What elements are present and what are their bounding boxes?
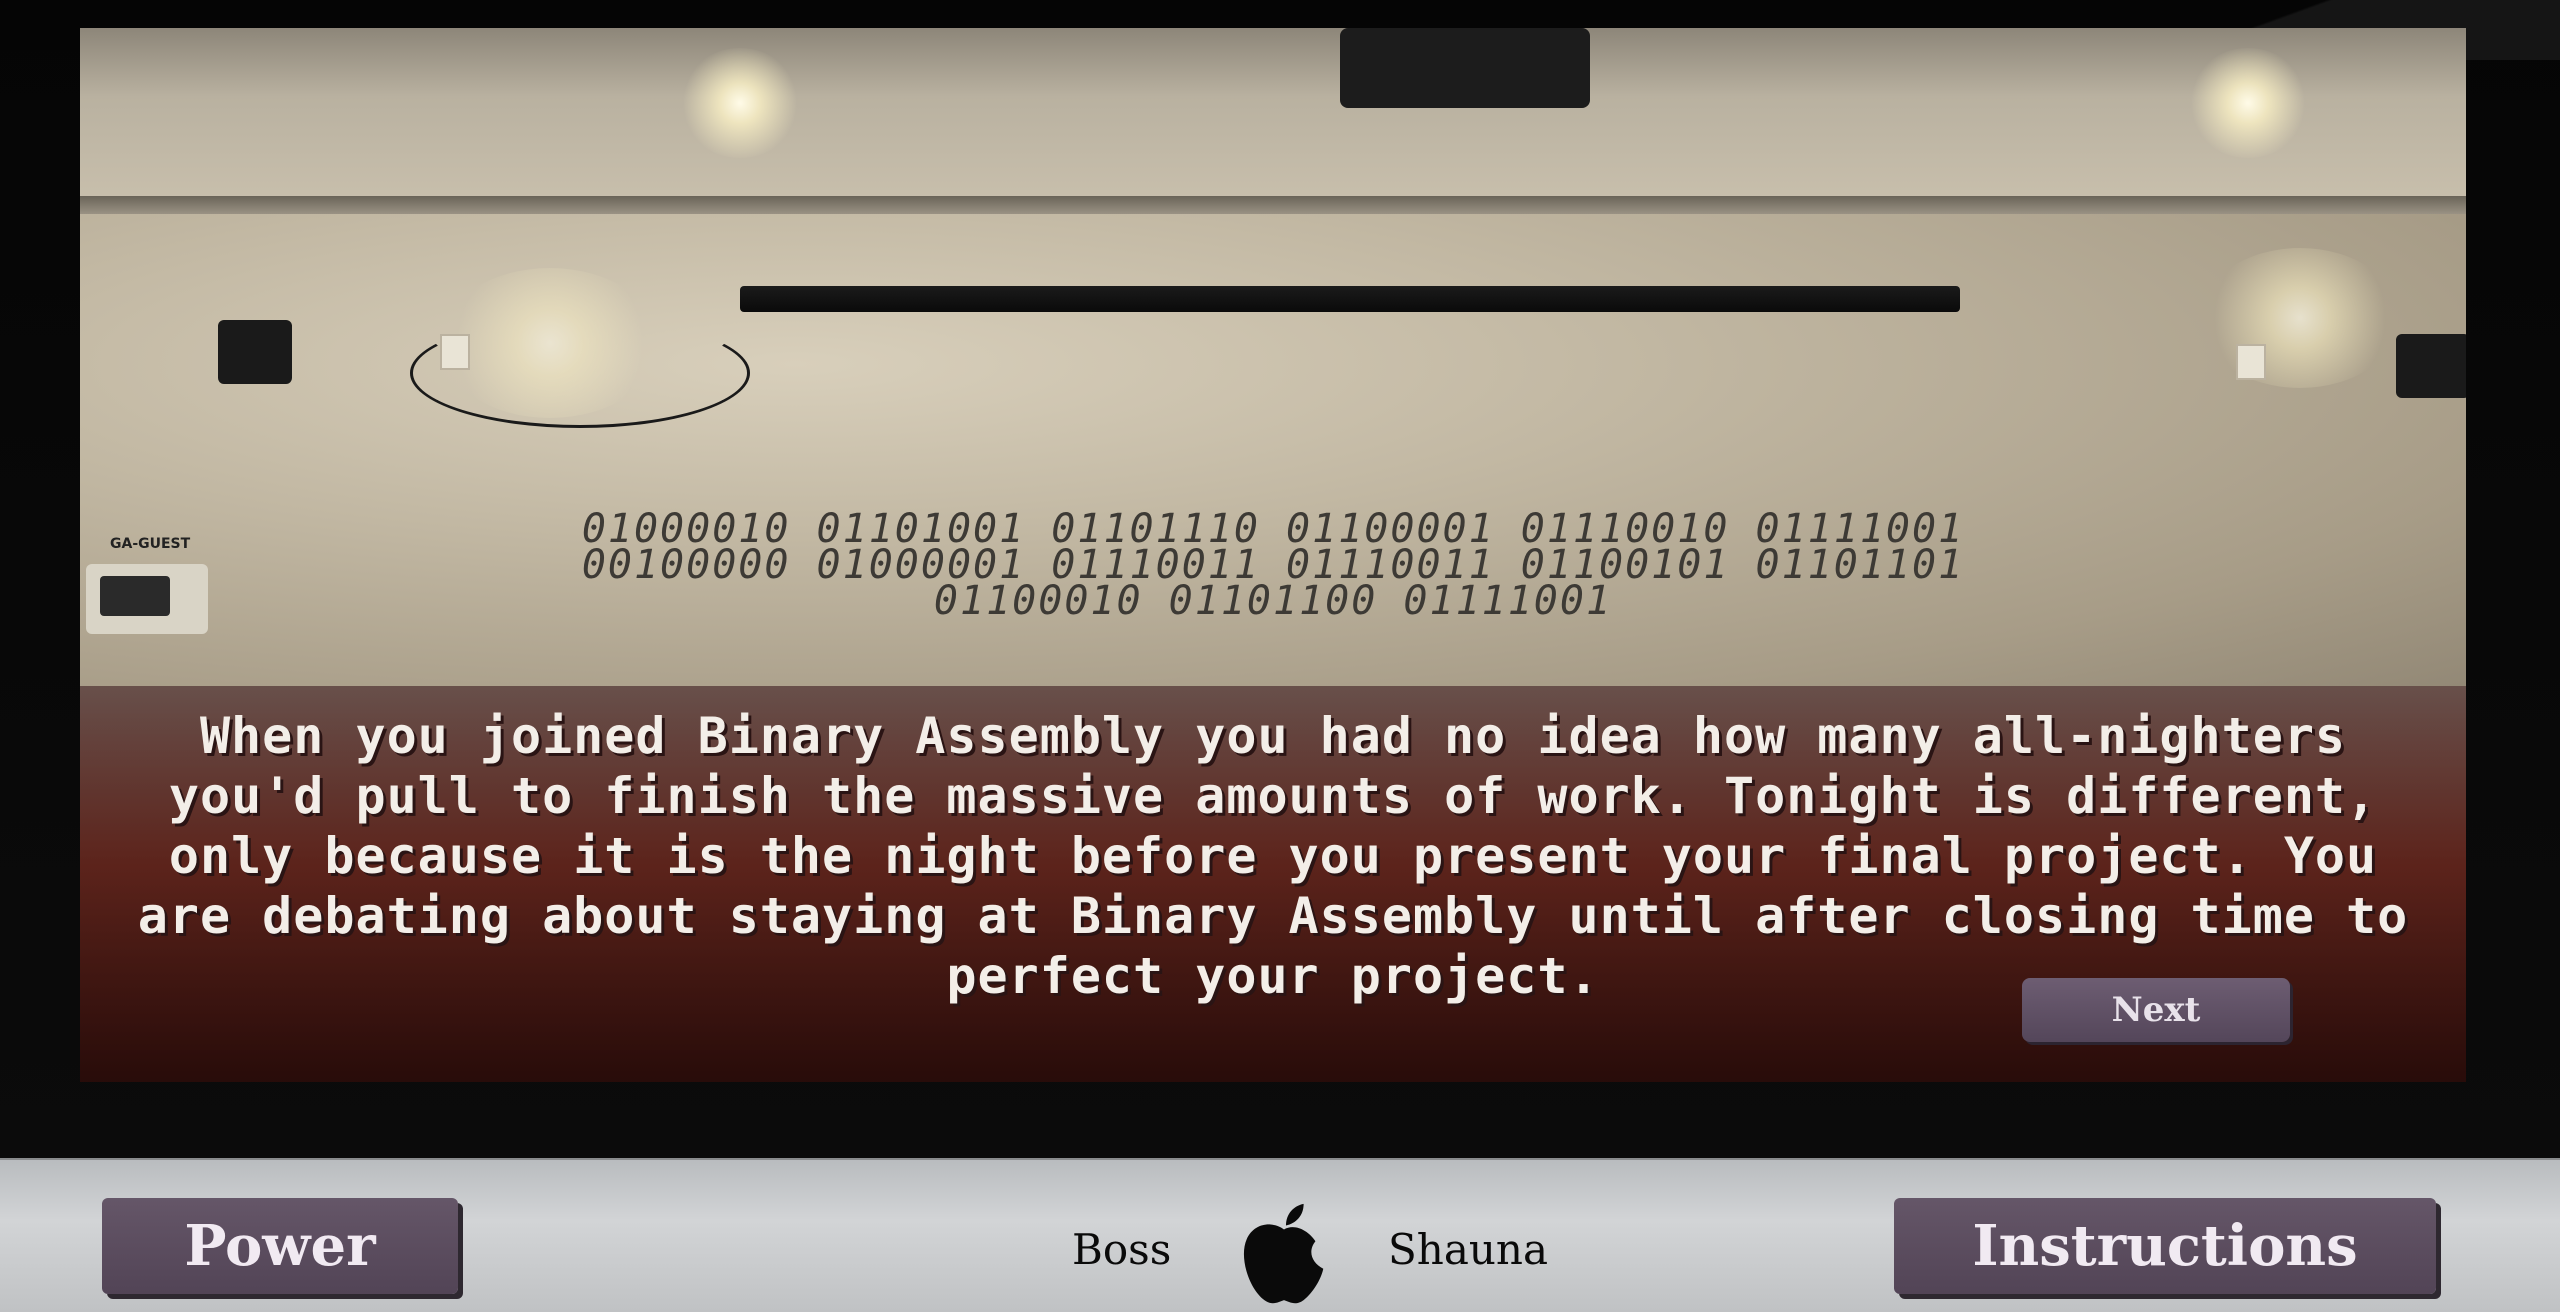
ceiling-light xyxy=(680,48,800,158)
wall-glare xyxy=(2200,248,2400,388)
monitor-bezel: GA-GUEST 01000010 01101001 01101110 0110… xyxy=(0,0,2560,1158)
apple-logo-icon xyxy=(1243,1203,1324,1304)
cable xyxy=(410,318,750,428)
game-screen: GA-GUEST 01000010 01101001 01101110 0110… xyxy=(80,28,2466,1082)
wall-outlet xyxy=(2236,344,2266,380)
brand-left-text: Boss xyxy=(1072,1225,1172,1274)
ceiling-light xyxy=(2188,48,2308,158)
ceiling-trim xyxy=(80,196,2466,214)
dialog-text: When you joined Binary Assembly you had … xyxy=(137,707,2409,1005)
next-button[interactable]: Next xyxy=(2022,978,2290,1042)
whiteboard-binary-line: 01100010 01101100 01111001 xyxy=(933,578,1613,624)
speaker xyxy=(218,320,292,384)
brand-right-text: Shauna xyxy=(1388,1225,1549,1274)
speaker xyxy=(2396,334,2466,398)
control-bar: Power Boss Shauna Instructions xyxy=(0,1158,2560,1312)
power-button[interactable]: Power xyxy=(102,1198,458,1294)
projector xyxy=(1340,28,1590,108)
instructions-button[interactable]: Instructions xyxy=(1894,1198,2436,1294)
projector-screen-roll xyxy=(740,286,1960,312)
ceiling xyxy=(80,28,2466,200)
